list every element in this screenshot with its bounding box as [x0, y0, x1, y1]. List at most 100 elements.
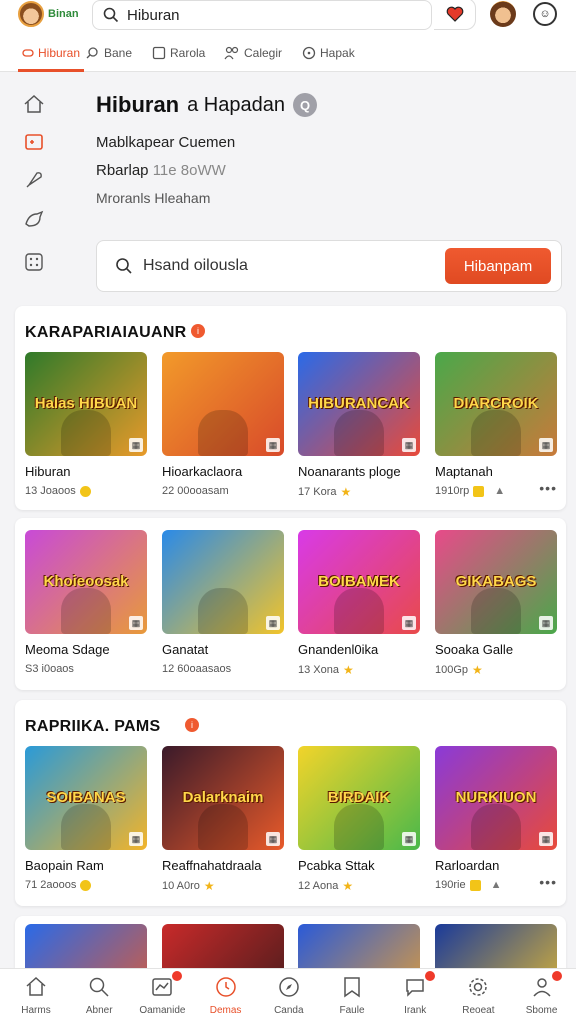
- notification-badge: [425, 971, 436, 981]
- tab-rarola[interactable]: Rarola: [148, 34, 209, 72]
- game-character-art: [198, 804, 248, 850]
- compass-icon: [277, 975, 301, 999]
- game-thumbnail[interactable]: DIARCROIK ▦: [435, 352, 557, 456]
- game-controller-icon: [22, 49, 34, 57]
- game-meta-text: 10 A0ro: [162, 880, 200, 892]
- section-card: KARAPARIAIAUANR i Halas HIBUAN ▦ Hiburan 13…: [15, 306, 566, 510]
- nav-item-oamanide[interactable]: Oamanide: [132, 971, 192, 1016]
- chat-icon: [403, 971, 436, 999]
- nav-label: Irank: [404, 1005, 427, 1016]
- game-thumbnail[interactable]: Halas HIBUAN ▦: [25, 352, 147, 456]
- info-icon[interactable]: i: [185, 718, 199, 732]
- nav-label: Reoeat: [462, 1005, 495, 1016]
- user-avatar[interactable]: [490, 1, 516, 27]
- game-meta: 13 Xona ★: [298, 663, 420, 677]
- nav-item-irank[interactable]: Irank: [385, 971, 445, 1016]
- nav-item-canda[interactable]: Canda: [259, 975, 319, 1016]
- page-title: Hiburan a Hapadan Q: [96, 92, 317, 118]
- game-corner-icon: ▦: [539, 616, 553, 630]
- more-options-icon[interactable]: •••: [539, 480, 557, 496]
- game-tile[interactable]: GIKABAGS ▦ Sooaka Galle 100Gp ★: [435, 530, 557, 677]
- tag-icon: [473, 485, 485, 497]
- game-name: Gnandenl0ika: [298, 642, 379, 657]
- logo-mascot-icon: [18, 1, 44, 27]
- nav-label: Faule: [339, 1005, 365, 1016]
- app-logo[interactable]: Binan: [18, 1, 79, 27]
- game-tile[interactable]: BIRDAIK ▦ Pcabka Sttak 12 Aona ★: [298, 746, 420, 893]
- game-thumbnail[interactable]: BIRDAIK ▦: [298, 746, 420, 850]
- more-options-icon[interactable]: •••: [539, 874, 557, 890]
- game-character-art: [471, 588, 521, 634]
- info-icon[interactable]: i: [191, 324, 205, 338]
- nav-label: Sbome: [525, 1005, 558, 1016]
- search-icon: [116, 258, 132, 274]
- info-line-1: Mablkapear Cuemen: [96, 134, 236, 151]
- search-submit-button[interactable]: Hibanpam: [445, 248, 551, 284]
- rocket-icon[interactable]: [22, 168, 46, 192]
- game-tile[interactable]: DIARCROIK ▦ Maptanah 1910rp ▲ •••: [435, 352, 557, 497]
- game-tile[interactable]: HIBURANCAK ▦ Noanarants ploge 17 Kora ★: [298, 352, 420, 499]
- game-thumbnail[interactable]: GIKABAGS ▦: [435, 530, 557, 634]
- game-icon[interactable]: [22, 130, 46, 154]
- game-tile[interactable]: BOIBAMEK ▦ Gnandenl0ika 13 Xona ★: [298, 530, 420, 677]
- top-search-field[interactable]: Hiburan: [92, 0, 432, 30]
- star-icon: ★: [340, 485, 352, 499]
- game-tile[interactable]: NURKIUON ▦ Rarloardan 190rie ▲ •••: [435, 746, 557, 891]
- tab-hapak[interactable]: Hapak: [298, 34, 359, 72]
- nav-item-harms[interactable]: Harms: [6, 975, 66, 1016]
- info-line-2: Rbarlap 11e 8oWW: [96, 162, 226, 179]
- game-name: Meoma Sdage: [25, 642, 110, 657]
- game-meta-text: 22 00ooasam: [162, 485, 229, 497]
- title-badge-icon[interactable]: Q: [293, 93, 317, 117]
- game-character-art: [471, 804, 521, 850]
- tab-hiburan[interactable]: Hiburan: [18, 34, 85, 72]
- game-tile[interactable]: ▦ Hioarkaclaora 22 00ooasam: [162, 352, 284, 497]
- notification-badge: [172, 971, 183, 981]
- game-thumbnail[interactable]: ▦: [162, 352, 284, 456]
- game-meta-text: 190rie: [435, 879, 466, 891]
- game-thumbnail[interactable]: Dalarknaim ▦: [162, 746, 284, 850]
- coin-icon: [79, 485, 91, 497]
- game-tile[interactable]: SOIBANAS ▦ Baopain Ram 71 2aooos: [25, 746, 147, 891]
- nav-item-abner[interactable]: Abner: [69, 975, 129, 1016]
- game-character-art: [334, 804, 384, 850]
- search-icon: [86, 47, 98, 59]
- game-tile[interactable]: Khoieoosak ▦ Meoma Sdage S3 i0oaos: [25, 530, 147, 675]
- bird-icon[interactable]: [22, 208, 46, 232]
- game-corner-icon: ▦: [266, 616, 280, 630]
- game-thumbnail[interactable]: Khoieoosak ▦: [25, 530, 147, 634]
- tab-calegir[interactable]: Calegir: [220, 34, 286, 72]
- game-name: Reaffnahatdraala: [162, 858, 262, 873]
- nav-label: Abner: [85, 1005, 113, 1016]
- game-corner-icon: ▦: [402, 438, 416, 452]
- game-tile[interactable]: Halas HIBUAN ▦ Hiburan 13 Joaoos: [25, 352, 147, 497]
- game-thumbnail[interactable]: ▦: [162, 530, 284, 634]
- main-search-bar[interactable]: Hsand oilousla Hibanpam: [96, 240, 562, 292]
- game-meta: 12 60oaasaos: [162, 663, 284, 675]
- home-icon[interactable]: [22, 92, 46, 116]
- tab-label: Hapak: [320, 46, 355, 60]
- game-corner-icon: ▦: [266, 832, 280, 846]
- game-character-art: [198, 588, 248, 634]
- nav-item-sbome[interactable]: Sbome: [512, 971, 572, 1016]
- nav-item-reoeat[interactable]: Reoeat: [448, 975, 508, 1016]
- game-meta-text: 1910rp: [435, 485, 470, 497]
- logo-text: Binan: [48, 8, 79, 20]
- nav-item-demas[interactable]: Demas: [196, 975, 256, 1016]
- page-title-suffix: a Hapadan: [187, 93, 285, 116]
- top-search-value: Hiburan: [127, 6, 180, 24]
- game-tile[interactable]: Dalarknaim ▦ Reaffnahatdraala 10 A0ro ★: [162, 746, 284, 893]
- game-thumbnail[interactable]: BOIBAMEK ▦: [298, 530, 420, 634]
- nav-item-faule[interactable]: Faule: [322, 975, 382, 1016]
- favorites-button[interactable]: [434, 0, 476, 30]
- tag-icon: [469, 879, 481, 891]
- tab-bane[interactable]: Bane: [82, 34, 136, 72]
- game-thumbnail[interactable]: HIBURANCAK ▦: [298, 352, 420, 456]
- smiley-icon[interactable]: ☺: [533, 2, 557, 26]
- game-thumbnail[interactable]: NURKIUON ▦: [435, 746, 557, 850]
- game-thumbnail[interactable]: SOIBANAS ▦: [25, 746, 147, 850]
- gear-icon: [466, 975, 490, 999]
- game-corner-icon: ▦: [539, 438, 553, 452]
- dice-icon[interactable]: [22, 250, 46, 274]
- game-tile[interactable]: ▦ Ganatat 12 60oaasaos: [162, 530, 284, 675]
